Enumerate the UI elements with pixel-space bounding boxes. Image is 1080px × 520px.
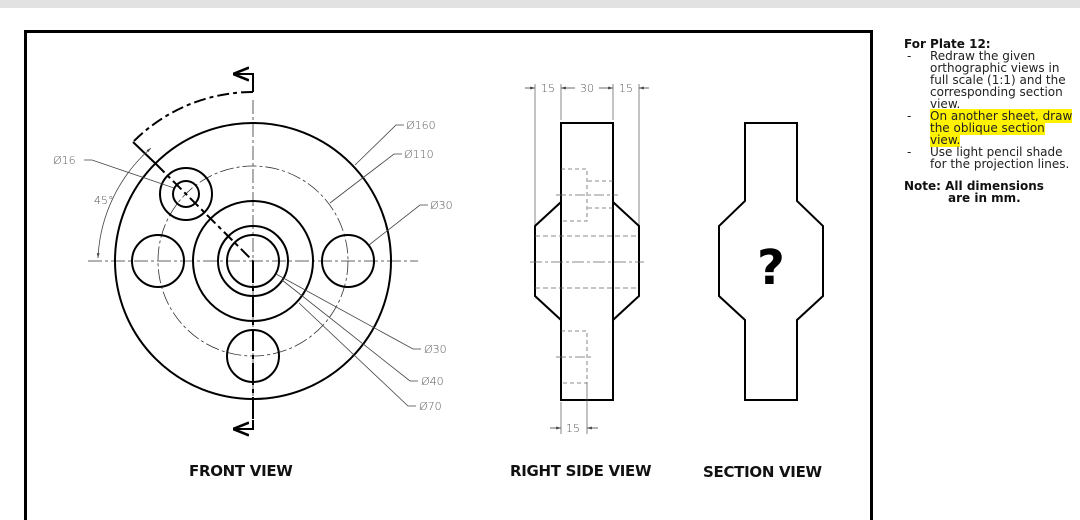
section-view: ? SECTION VIEW bbox=[703, 122, 824, 481]
small-hole-dim-text: Ø16 bbox=[53, 154, 76, 167]
dim-right-flange-text: 15 bbox=[619, 82, 633, 95]
bullet-dash: - bbox=[907, 145, 912, 159]
dim-left-flange-text: 15 bbox=[541, 82, 555, 95]
instruction-text-highlighted: On another sheet, draw the oblique secti… bbox=[930, 109, 1073, 147]
question-mark: ? bbox=[757, 240, 785, 296]
counterbore-text: Ø40 bbox=[421, 375, 444, 388]
bullet-dash: - bbox=[907, 49, 912, 63]
front-view: 45° Ø16 Ø160 Ø110 Ø30 Ø30 Ø40 Ø70 FRONT … bbox=[53, 74, 453, 480]
instruction-text: Redraw the given orthographic views in f… bbox=[930, 49, 1066, 111]
hub-text: Ø70 bbox=[419, 400, 442, 413]
front-view-label: FRONT VIEW bbox=[189, 462, 293, 480]
side-view-outline bbox=[534, 122, 640, 401]
right-side-view-label: RIGHT SIDE VIEW bbox=[510, 462, 652, 480]
hidden-lines-top bbox=[561, 168, 613, 222]
bullet-dash: - bbox=[907, 109, 912, 123]
instruction-item-highlighted: - On another sheet, draw the oblique sec… bbox=[904, 109, 1074, 147]
bolt-hole-leader bbox=[368, 204, 428, 246]
angle-dimension-text: 45° bbox=[94, 194, 114, 207]
instructions-panel: For Plate 12: - Redraw the given orthogr… bbox=[904, 38, 1074, 204]
small-hole-leader bbox=[84, 159, 175, 189]
outer-diameter-leader bbox=[354, 124, 404, 166]
right-side-view: 15 30 15 15 RIGHT SIDE VIEW bbox=[510, 82, 652, 480]
instruction-text: Use light pencil shade for the projectio… bbox=[930, 145, 1070, 171]
dim-hub-width-text: 30 bbox=[580, 82, 594, 95]
bore-leader bbox=[275, 273, 421, 350]
bolt-hole-text: Ø30 bbox=[430, 199, 453, 212]
bolt-circle-leader bbox=[329, 153, 402, 204]
dim-bottom-text: 15 bbox=[566, 422, 580, 435]
bolt-circle-text: Ø110 bbox=[404, 148, 434, 161]
section-view-label: SECTION VIEW bbox=[703, 463, 823, 481]
instruction-item: - Use light pencil shade for the project… bbox=[904, 146, 1074, 170]
units-note: Note: All dimensions are in mm. bbox=[904, 180, 1074, 204]
units-note-line2: are in mm. bbox=[948, 191, 1021, 205]
instructions-list: - Redraw the given orthographic views in… bbox=[904, 50, 1074, 170]
instruction-item: - Redraw the given orthographic views in… bbox=[904, 50, 1074, 110]
outer-diameter-text: Ø160 bbox=[406, 119, 436, 132]
bore-text: Ø30 bbox=[424, 343, 447, 356]
drawing-sheet: 45° Ø16 Ø160 Ø110 Ø30 Ø30 Ø40 Ø70 FRONT … bbox=[0, 0, 1080, 520]
